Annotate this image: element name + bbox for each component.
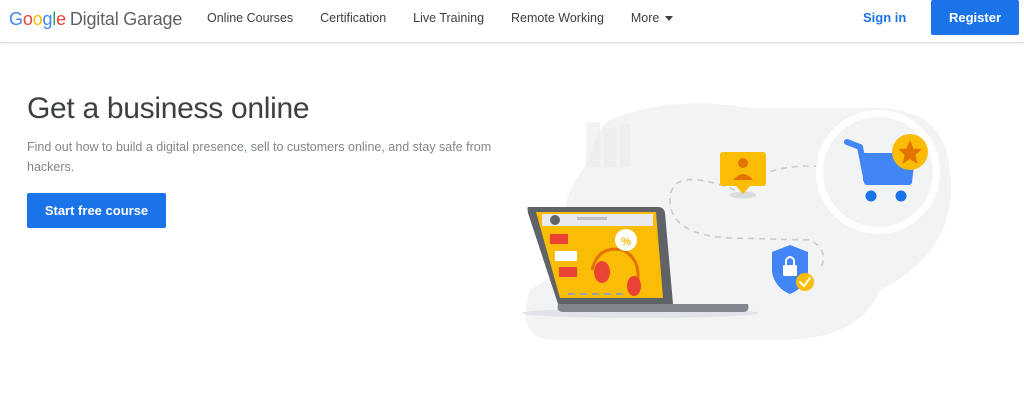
nav-certification[interactable]: Certification — [320, 11, 386, 25]
register-button[interactable]: Register — [931, 0, 1019, 35]
sign-in-link[interactable]: Sign in — [863, 10, 906, 25]
hero-illustration: % — [522, 103, 952, 340]
nav-remote-working[interactable]: Remote Working — [511, 11, 604, 25]
logo-letter: e — [56, 9, 66, 29]
logo-brand-text: Digital Garage — [69, 9, 183, 29]
discount-badge-text: % — [621, 236, 631, 248]
logo-letter: g — [42, 9, 53, 29]
top-navigation-bar: Google Digital Garage Online Courses Cert… — [0, 0, 1024, 42]
main-nav: Online Courses Certification Live Traini… — [207, 0, 700, 36]
star-icon — [892, 134, 928, 170]
nav-more-label: More — [630, 11, 660, 25]
start-free-course-button[interactable]: Start free course — [27, 193, 166, 228]
google-digital-garage-logo[interactable]: Google Digital Garage — [9, 9, 182, 30]
page-title: Get a business online — [27, 92, 310, 125]
caret-down-icon — [665, 16, 674, 21]
logo-letter: o — [32, 9, 43, 29]
logo-letter: o — [22, 9, 33, 29]
building-silhouette — [586, 122, 630, 167]
hero-description: Find out how to build a digital presence… — [27, 140, 492, 174]
nav-live-training[interactable]: Live Training — [413, 11, 484, 25]
nav-online-courses[interactable]: Online Courses — [207, 11, 293, 25]
nav-more-dropdown[interactable]: More — [630, 11, 674, 25]
logo-letter: G — [9, 9, 23, 29]
checkmark-icon — [796, 273, 814, 291]
shopping-cart-icon — [816, 110, 940, 234]
